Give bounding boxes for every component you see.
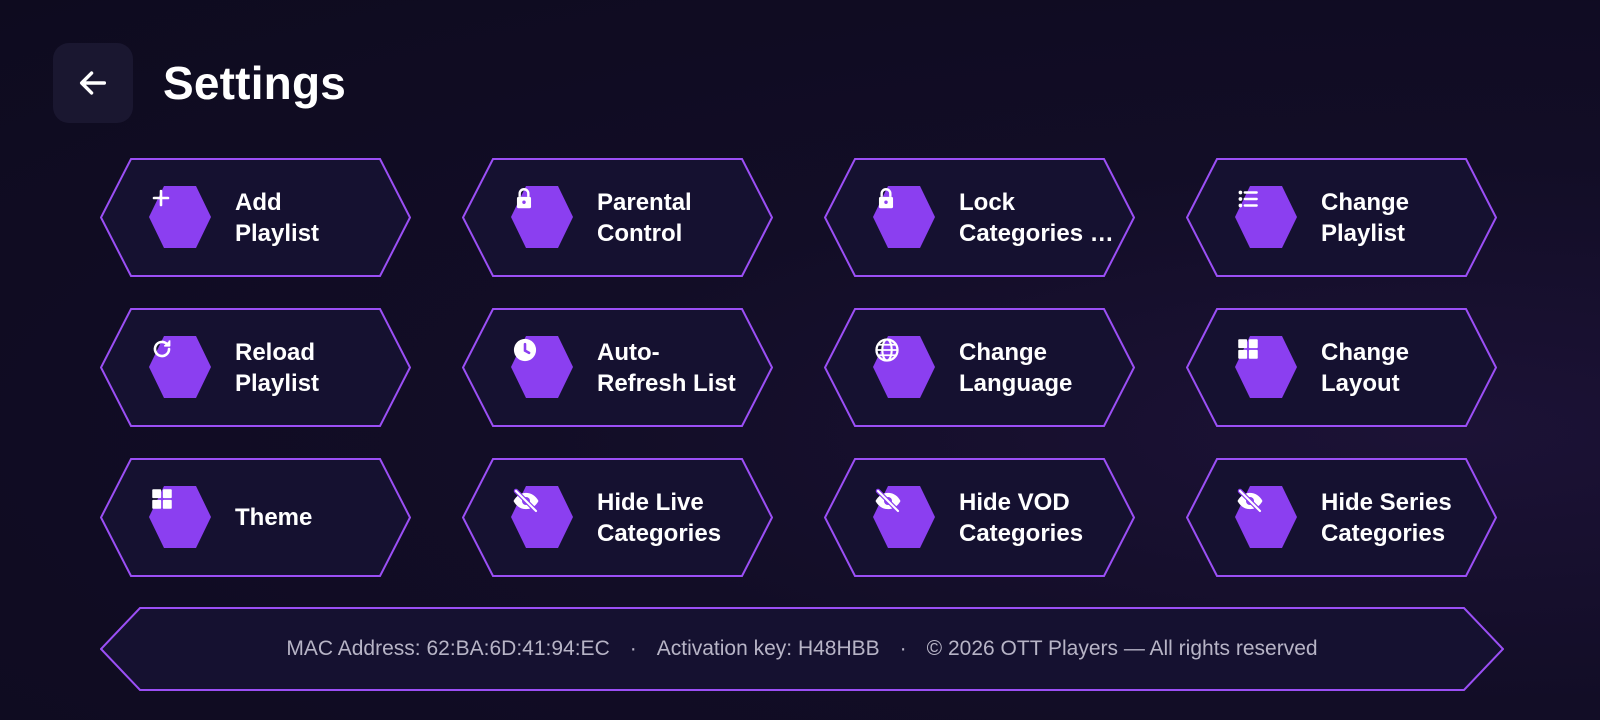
tile-label: Change Playlist xyxy=(1321,188,1410,247)
back-button[interactable] xyxy=(53,43,133,123)
eye-off-icon xyxy=(875,488,901,514)
footer-bar: MAC Address: 62:BA:6D:41:94:EC · Activat… xyxy=(100,607,1504,691)
clock-icon xyxy=(513,338,537,362)
add-playlist-tile[interactable]: Add Playlist xyxy=(100,158,411,277)
plus-icon xyxy=(152,189,170,207)
tile-icon-badge xyxy=(1235,336,1297,398)
list-icon xyxy=(1238,190,1258,208)
hide-vod-categories-tile[interactable]: Hide VOD Categories xyxy=(824,458,1135,577)
hide-live-categories-tile[interactable]: Hide Live Categories xyxy=(462,458,773,577)
lock-icon xyxy=(878,188,894,209)
parental-control-tile[interactable]: Parental Control xyxy=(462,158,773,277)
tile-icon-badge xyxy=(1235,186,1297,248)
footer-separator: · xyxy=(899,637,907,660)
footer-separator: · xyxy=(629,637,637,660)
change-language-tile[interactable]: Change Language xyxy=(824,308,1135,427)
tile-icon-badge xyxy=(1235,486,1297,548)
eye-off-icon xyxy=(1237,488,1263,514)
change-layout-tile[interactable]: Change Layout xyxy=(1186,308,1497,427)
tile-icon-badge xyxy=(873,336,935,398)
eye-off-icon xyxy=(513,488,539,514)
header: Settings xyxy=(53,43,346,123)
theme-tile[interactable]: Theme xyxy=(100,458,411,577)
tile-label: Add Playlist xyxy=(235,188,320,247)
grid-icon xyxy=(1238,339,1258,359)
hide-series-categories-tile[interactable]: Hide Series Categories xyxy=(1186,458,1497,577)
arrow-left-icon xyxy=(79,71,107,95)
refresh-icon xyxy=(153,340,171,358)
tile-label: Change Language xyxy=(959,338,1073,397)
tile-icon-badge xyxy=(149,336,211,398)
tile-icon-badge xyxy=(511,186,573,248)
tile-label: Hide VOD Categories xyxy=(959,488,1084,547)
lock-categories-tile[interactable]: Lock Categories … xyxy=(824,158,1135,277)
globe-icon xyxy=(875,338,899,362)
page-title: Settings xyxy=(163,57,347,109)
grid-icon xyxy=(152,489,172,509)
reload-playlist-tile[interactable]: Reload Playlist xyxy=(100,308,411,427)
tile-label: Theme xyxy=(235,504,313,531)
settings-grid: Add Playlist Parental Control Lock Categ… xyxy=(100,158,1497,577)
auto-refresh-tile[interactable]: Auto- Refresh List xyxy=(462,308,773,427)
tile-icon-badge xyxy=(511,486,573,548)
tile-label: Hide Series Categories xyxy=(1321,488,1452,547)
tile-icon-badge xyxy=(873,186,935,248)
tile-label: Parental Control xyxy=(597,188,692,247)
tile-label: Lock Categories … xyxy=(959,188,1114,247)
tile-icon-badge xyxy=(873,486,935,548)
mac-address: MAC Address: 62:BA:6D:41:94:EC xyxy=(286,637,610,660)
tile-icon-badge xyxy=(149,486,211,548)
tile-icon-badge xyxy=(511,336,573,398)
change-playlist-tile[interactable]: Change Playlist xyxy=(1186,158,1497,277)
tile-label: Change Layout xyxy=(1321,338,1410,397)
tile-label: Hide Live Categories xyxy=(597,488,722,547)
tile-label: Auto- Refresh List xyxy=(597,338,736,397)
lock-icon xyxy=(516,188,532,209)
tile-label: Reload Playlist xyxy=(235,338,320,397)
tile-icon-badge xyxy=(149,186,211,248)
copyright: © 2026 OTT Players — All rights reserved xyxy=(926,637,1318,660)
activation-key: Activation key: H48HBB xyxy=(656,637,880,660)
